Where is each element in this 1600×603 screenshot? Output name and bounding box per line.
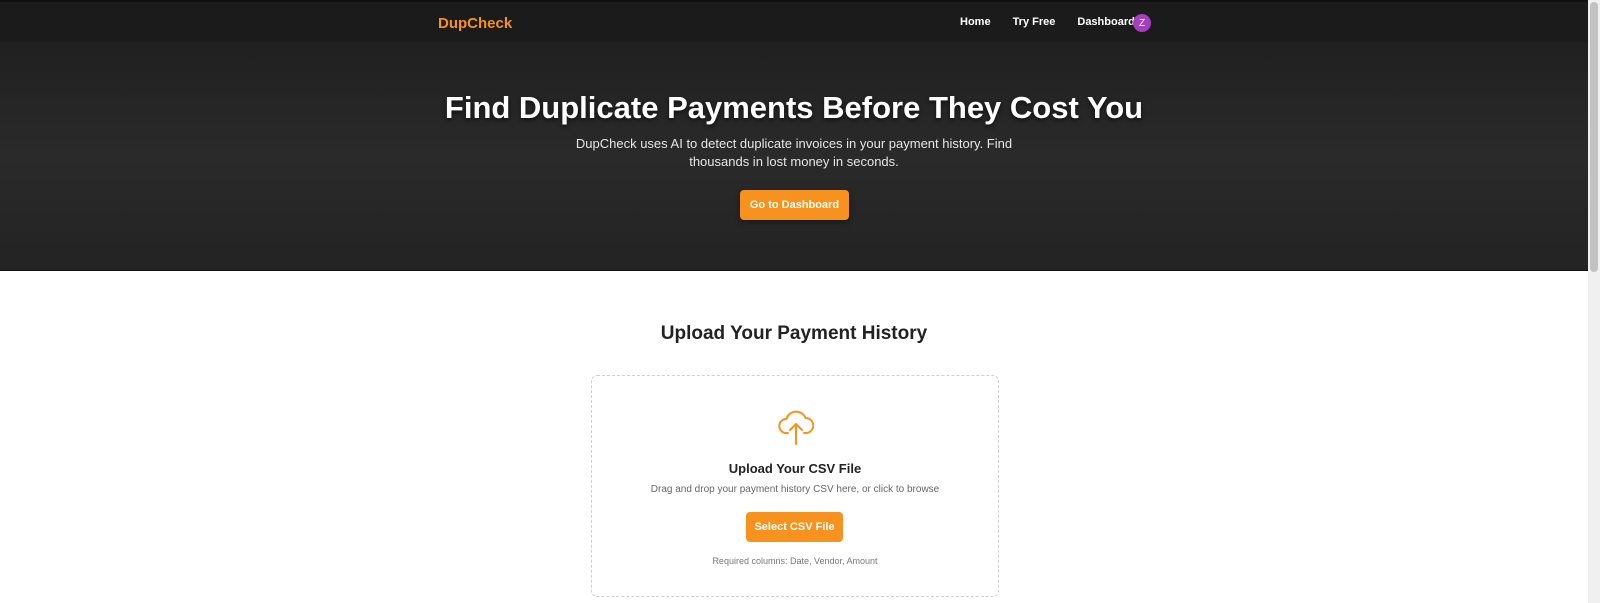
select-csv-button[interactable]: Select CSV File xyxy=(746,512,843,542)
page: DupCheck Home Try Free Dashboard Z Find … xyxy=(0,0,1588,603)
brand-logo[interactable]: DupCheck xyxy=(438,15,512,32)
nav-link-home[interactable]: Home xyxy=(960,16,991,28)
hero-title: Find Duplicate Payments Before They Cost… xyxy=(444,90,1144,125)
top-nav: DupCheck Home Try Free Dashboard Z xyxy=(0,0,1588,42)
avatar[interactable]: Z xyxy=(1133,14,1151,32)
scrollbar-thumb[interactable] xyxy=(1590,2,1598,272)
nav-link-dashboard[interactable]: Dashboard xyxy=(1077,16,1134,28)
hero-subtitle: DupCheck uses AI to detect duplicate inv… xyxy=(575,136,1013,169)
hero: Find Duplicate Payments Before They Cost… xyxy=(0,42,1588,271)
dropzone-title: Upload Your CSV File xyxy=(728,461,862,476)
scrollbar[interactable] xyxy=(1588,0,1600,603)
nav-link-try-free[interactable]: Try Free xyxy=(1013,16,1056,28)
cloud-upload-icon xyxy=(778,410,814,445)
csv-dropzone[interactable]: Upload Your CSV File Drag and drop your … xyxy=(591,375,999,597)
go-to-dashboard-button[interactable]: Go to Dashboard xyxy=(740,190,849,220)
upload-section-title: Upload Your Payment History xyxy=(660,323,928,344)
dropzone-description: Drag and drop your payment history CSV h… xyxy=(650,484,940,495)
nav-links: Home Try Free Dashboard xyxy=(960,16,1157,28)
required-columns-note: Required columns: Date, Vendor, Amount xyxy=(712,556,878,566)
